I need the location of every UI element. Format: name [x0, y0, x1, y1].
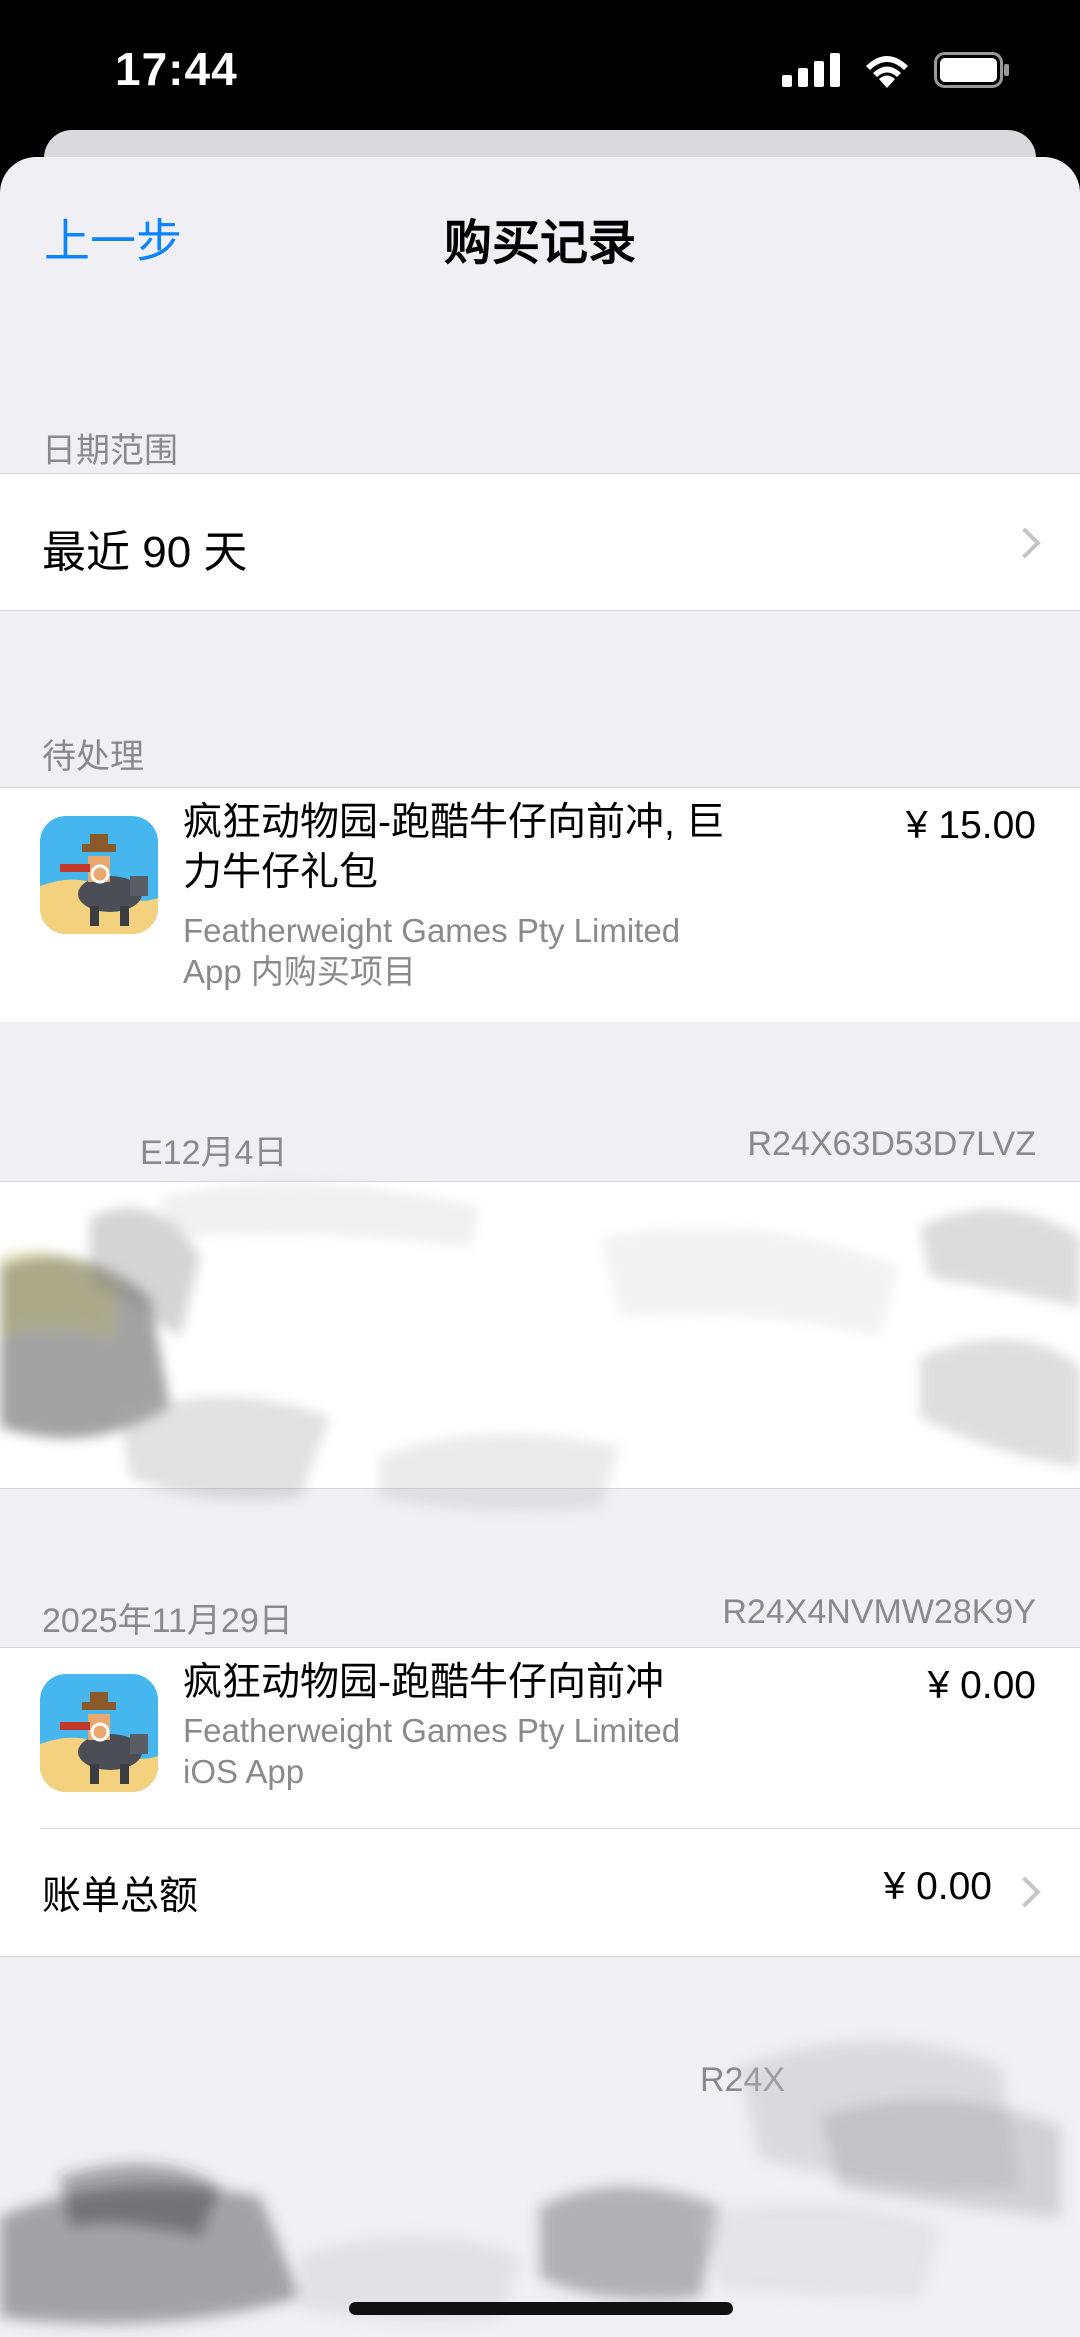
- date-range-value: 最近 90 天: [42, 528, 248, 577]
- date-range-header: 日期范围: [42, 432, 178, 470]
- app-icon: [40, 1674, 158, 1792]
- bill-total-label: 账单总额: [42, 1875, 199, 1918]
- order-group-obscured[interactable]: [0, 1181, 1080, 1489]
- item-price: ¥ 15.00: [905, 804, 1036, 847]
- order-id: R24X63D53D7LVZ: [747, 1125, 1036, 1163]
- bill-total-value: ¥ 0.00: [883, 1865, 992, 1908]
- chevron-right-icon: [1009, 527, 1041, 559]
- cellular-signal-icon: [782, 53, 840, 87]
- chevron-right-icon: [1009, 1876, 1041, 1908]
- redaction-scribble: [0, 2042, 1060, 2324]
- status-time: 17:44: [115, 43, 238, 95]
- item-price: ¥ 0.00: [927, 1664, 1036, 1707]
- order-id: R24X4NVMW28K9Y: [722, 1593, 1036, 1631]
- date-range-row[interactable]: 最近 90 天: [0, 473, 1080, 611]
- navigation-bar: 上一步 购买记录: [0, 157, 1080, 317]
- order-id: R24X: [700, 2061, 786, 2099]
- item-kind: App 内购买项目: [183, 953, 416, 990]
- purchase-item[interactable]: 疯狂动物园-跑酷牛仔向前冲 Featherweight Games Pty Li…: [0, 1648, 1080, 1828]
- pending-purchase-item[interactable]: 疯狂动物园-跑酷牛仔向前冲, 巨力牛仔礼包 Featherweight Game…: [0, 787, 1080, 1022]
- wifi-icon: [866, 56, 908, 88]
- order-group: 疯狂动物园-跑酷牛仔向前冲 Featherweight Games Pty Li…: [0, 1647, 1080, 1957]
- back-button[interactable]: 上一步: [44, 205, 182, 271]
- item-developer: Featherweight Games Pty Limited: [183, 1712, 681, 1749]
- app-icon: [40, 816, 158, 934]
- item-title: 疯狂动物园-跑酷牛仔向前冲, 巨力牛仔礼包: [183, 801, 725, 894]
- battery-icon: [934, 52, 1009, 88]
- pending-header: 待处理: [42, 738, 144, 776]
- status-icons: [782, 52, 1010, 88]
- home-indicator[interactable]: [349, 2302, 733, 2315]
- status-bar: 17:44: [0, 0, 1080, 140]
- item-developer: Featherweight Games Pty Limited: [183, 912, 681, 949]
- order-date: 2025年11月29日: [42, 1602, 293, 1640]
- item-kind: iOS App: [183, 1753, 305, 1790]
- item-title: 疯狂动物园-跑酷牛仔向前冲: [183, 1661, 664, 1704]
- bill-total-row[interactable]: 账单总额 ¥ 0.00: [0, 1829, 1080, 1955]
- purchase-history-sheet: 上一步 购买记录 日期范围 最近 90 天 待处理 疯狂动物园-跑酷牛仔向前冲,…: [0, 157, 1080, 2337]
- order-date: E12月4日: [140, 1134, 288, 1172]
